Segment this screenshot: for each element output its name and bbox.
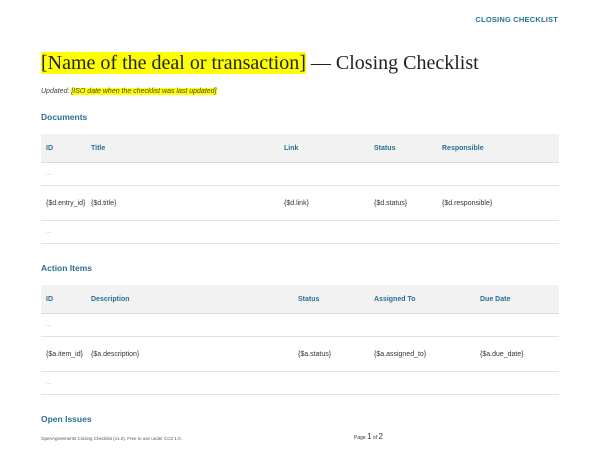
document-title: [Name of the deal or transaction] — Clos… bbox=[41, 52, 479, 75]
cell-description: {$a.description} bbox=[86, 336, 293, 372]
updated-label: Updated: bbox=[41, 88, 72, 95]
documents-header-row: ID Title Link Status Responsible bbox=[41, 134, 559, 163]
cell-link: {$d.link} bbox=[279, 185, 369, 221]
col-header-id: ID bbox=[41, 285, 86, 314]
documents-heading: Documents bbox=[41, 112, 88, 122]
updated-line: Updated: [ISO date when the checklist wa… bbox=[41, 88, 217, 95]
footer-license: OpenAgreements Closing Checklist (v1.0).… bbox=[41, 436, 182, 441]
cell-status: {$a.status} bbox=[293, 336, 369, 372]
ellipsis-cell: ... bbox=[41, 162, 559, 186]
page-label: Page bbox=[354, 435, 368, 441]
col-header-status: Status bbox=[293, 285, 369, 314]
ellipsis-cell: ... bbox=[41, 220, 559, 244]
action-items-header-row: ID Description Status Assigned To Due Da… bbox=[41, 285, 559, 314]
table-row: ... bbox=[41, 162, 559, 186]
table-row: {$d.entry_id} {$d.title} {$d.link} {$d.s… bbox=[41, 185, 559, 221]
action-items-table: ID Description Status Assigned To Due Da… bbox=[41, 285, 559, 395]
col-header-responsible: Responsible bbox=[437, 134, 559, 163]
deal-name-placeholder: [Name of the deal or transaction] bbox=[41, 52, 306, 74]
col-header-description: Description bbox=[86, 285, 293, 314]
cell-item-id: {$a.item_id} bbox=[41, 336, 86, 372]
cell-assigned-to: {$a.assigned_to} bbox=[369, 336, 475, 372]
cell-title: {$d.title} bbox=[86, 185, 279, 221]
ellipsis-cell: ... bbox=[41, 313, 559, 337]
cell-entry-id: {$d.entry_id} bbox=[41, 185, 86, 221]
header-label: CLOSING CHECKLIST bbox=[475, 15, 558, 24]
open-issues-heading: Open Issues bbox=[41, 414, 92, 424]
ellipsis-cell: ... bbox=[41, 371, 559, 395]
col-header-status: Status bbox=[369, 134, 437, 163]
table-row: ... bbox=[41, 313, 559, 337]
documents-table: ID Title Link Status Responsible ... {$d… bbox=[41, 134, 559, 244]
total-pages: 2 bbox=[378, 432, 383, 441]
col-header-due-date: Due Date bbox=[475, 285, 559, 314]
title-suffix: — Closing Checklist bbox=[305, 52, 479, 74]
cell-responsible: {$d.responsible} bbox=[437, 185, 559, 221]
col-header-assigned-to: Assigned To bbox=[369, 285, 475, 314]
table-row: ... bbox=[41, 220, 559, 244]
cell-due-date: {$a.due_date} bbox=[475, 336, 559, 372]
page-number: Page 1 of 2 bbox=[354, 432, 383, 441]
table-row: ... bbox=[41, 371, 559, 395]
action-items-heading: Action Items bbox=[41, 263, 93, 273]
col-header-title: Title bbox=[86, 134, 279, 163]
updated-date-placeholder: [ISO date when the checklist was last up… bbox=[71, 88, 217, 95]
col-header-id: ID bbox=[41, 134, 86, 163]
table-row: {$a.item_id} {$a.description} {$a.status… bbox=[41, 336, 559, 372]
col-header-link: Link bbox=[279, 134, 369, 163]
cell-status: {$d.status} bbox=[369, 185, 437, 221]
